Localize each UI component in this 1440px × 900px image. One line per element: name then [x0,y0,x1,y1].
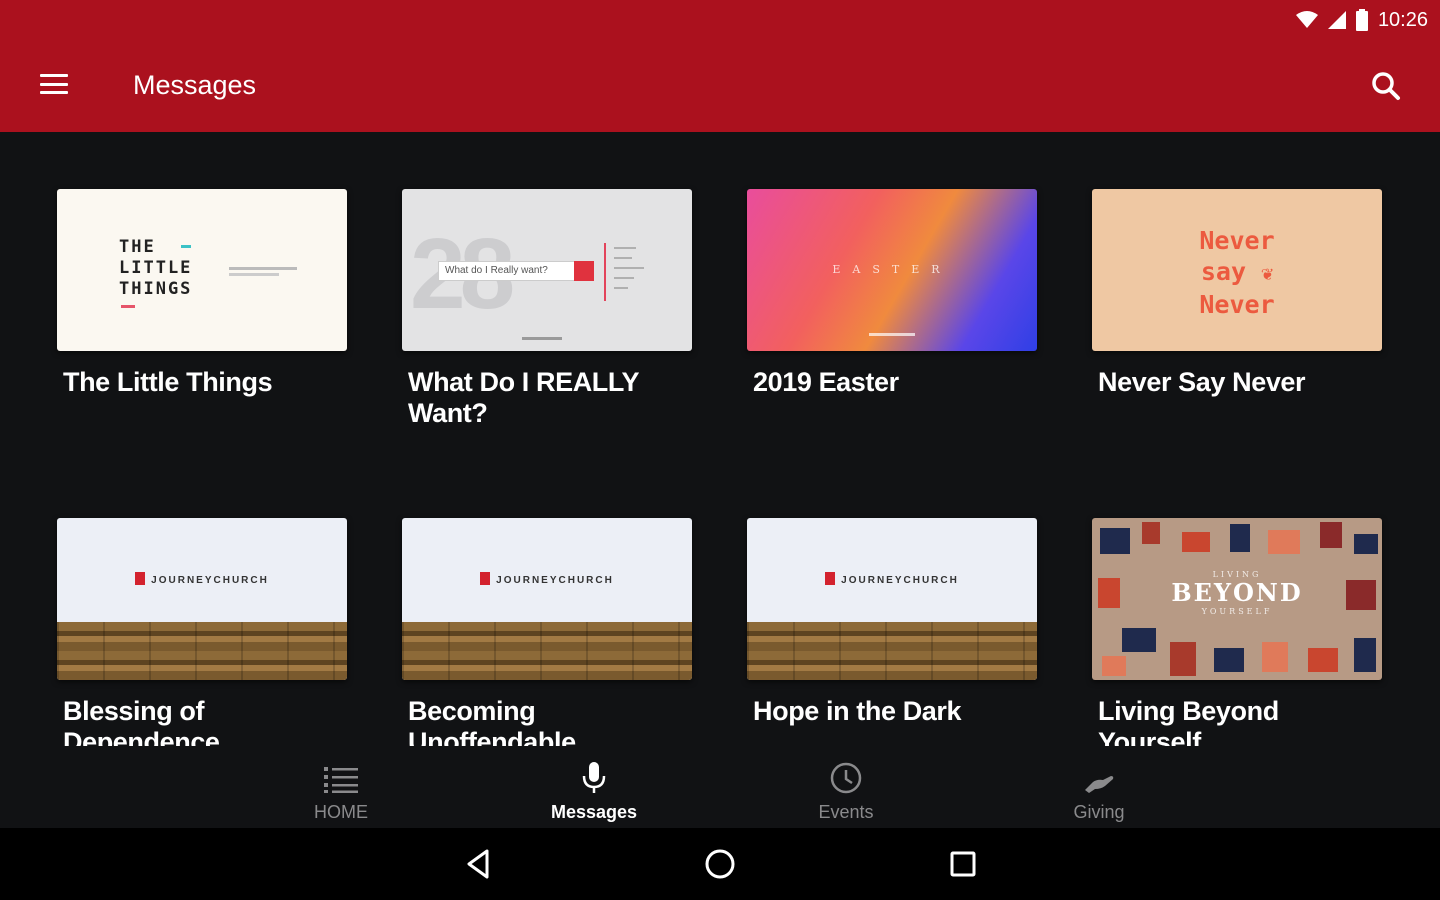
thumbnail-text: EASTER [832,263,952,276]
status-time: 10:26 [1377,8,1428,31]
message-card[interactable]: THE LITTLE THINGS The Little Things [57,189,347,398]
journey-church-logo: JOURNEYCHURCH [402,572,692,586]
message-title: Living Beyond Yourself [1098,696,1279,746]
wifi-icon [1295,11,1318,29]
clock-icon [766,756,926,796]
message-title: Never Say Never [1098,367,1306,397]
message-title: Hope in the Dark [753,696,962,726]
nav-item-giving[interactable]: Giving [1019,746,1179,828]
hamburger-menu-icon[interactable] [34,66,74,102]
battery-icon [1355,9,1368,31]
message-thumbnail: Never say ❦ Never [1092,189,1382,351]
giving-hand-icon [1019,756,1179,796]
system-navigation-bar [0,828,1440,900]
message-title: Blessing of Dependence [63,696,220,746]
app-bar: 10:26 Messages [0,0,1440,132]
nav-item-home[interactable]: HOME [261,746,421,828]
microphone-icon [514,756,674,796]
wood-texture [57,622,347,680]
message-thumbnail: JOURNEYCHURCH [747,518,1037,680]
nav-label: Giving [1073,802,1125,822]
nav-item-messages[interactable]: Messages [514,746,674,828]
message-card[interactable]: 28 What do I Really want? What Do I REAL… [402,189,692,429]
message-thumbnail: JOURNEYCHURCH [57,518,347,680]
status-bar: 10:26 [1295,6,1428,34]
message-title: Becoming Unoffendable [408,696,576,746]
message-card[interactable]: EASTER 2019 Easter [747,189,1037,398]
nav-label: Events [818,802,874,822]
recents-square-icon[interactable] [943,846,983,882]
message-thumbnail: LIVING BEYOND YOURSELF [1092,518,1382,680]
message-card[interactable]: Never say ❦ Never Never Say Never [1092,189,1382,398]
message-thumbnail: JOURNEYCHURCH [402,518,692,680]
nav-label: Messages [550,802,638,822]
cell-signal-icon [1327,11,1346,29]
nav-label: HOME [314,802,368,822]
app-screen: 10:26 Messages THE LITTLE THINGS The Littl… [0,0,1440,900]
thumbnail-text: What do I Really want? [438,261,592,281]
thumbnail-text: Never say ❦ Never [1199,226,1275,319]
thumbnail-text: LIVING BEYOND YOURSELF [1171,570,1303,616]
bottom-navigation: HOME Messages Events Giving [0,746,1440,828]
message-card[interactable]: JOURNEYCHURCH Blessing of Dependence [57,518,347,746]
back-icon[interactable] [458,846,498,882]
search-icon[interactable] [1366,66,1406,106]
message-card[interactable]: JOURNEYCHURCH Becoming Unoffendable [402,518,692,746]
message-title: What Do I REALLY Want? [408,367,639,428]
messages-grid: THELITTLETHINGS The Little Things 28 Wha… [0,132,1440,746]
page-title: Messages [133,70,257,100]
message-title: 2019 Easter [753,367,899,397]
message-card[interactable]: JOURNEYCHURCH Hope in the Dark [747,518,1037,727]
message-title: The Little Things [63,367,273,397]
wood-texture [747,622,1037,680]
message-thumbnail: THE LITTLE THINGS [57,189,347,351]
list-icon [261,756,421,796]
message-thumbnail: 28 What do I Really want? [402,189,692,351]
journey-church-logo: JOURNEYCHURCH [747,572,1037,586]
message-card[interactable]: LIVING BEYOND YOURSELF Living Beyond You… [1092,518,1382,746]
wood-texture [402,622,692,680]
journey-church-logo: JOURNEYCHURCH [57,572,347,586]
message-thumbnail: EASTER [747,189,1037,351]
home-circle-icon[interactable] [700,846,740,882]
nav-item-events[interactable]: Events [766,746,926,828]
